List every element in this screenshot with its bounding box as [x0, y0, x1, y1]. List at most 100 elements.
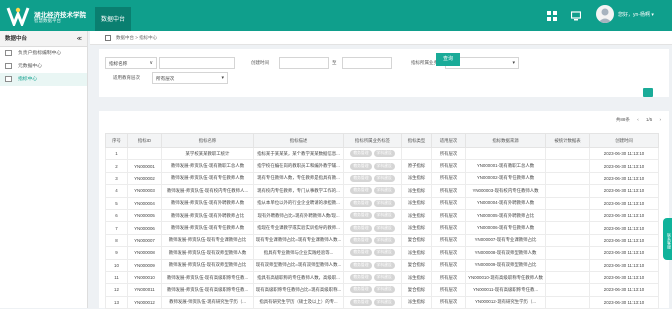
table-cell: 2023-06-30 11:13:10 [589, 246, 659, 260]
table-cell: 所有层次 [431, 171, 466, 186]
page-indicator: 1/5 [645, 117, 653, 122]
business-tag: 学科建设 [373, 261, 395, 269]
table-row[interactable]: 5 YN000004 教师发展-师资队伍-现有外聘教师人数 指从本单位以外的行业企业聘… [105, 196, 659, 210]
table-cell: YN000001 [127, 159, 162, 173]
table-cell: 教师发展-师资队伍-现有高级职称专任教... [161, 270, 254, 285]
column-settings-icon[interactable] [643, 88, 653, 97]
column-header[interactable]: 创建时间 [589, 133, 659, 148]
business-tag: 学科建设 [373, 298, 395, 306]
table-cell: 2023-06-30 11:13:10 [589, 146, 659, 161]
business-tag: 教务管理 [350, 162, 372, 170]
table-cell: YN000002-现有专任教师人数 [465, 171, 546, 186]
table-cell: 所有层次 [431, 184, 466, 198]
table-cell: 教务管理 学科建设 [343, 196, 402, 210]
contact-float-button[interactable]: 联系客服 [663, 218, 672, 260]
top-bar: 湖北经济技术学院 智慧数据平台 数据中台 您好，yn-杨啊 ▾ [0, 0, 672, 31]
table-cell: 6 [105, 208, 128, 223]
business-tag: 学科建设 [373, 174, 395, 182]
select-value: 指标名称 [109, 61, 128, 66]
table-row[interactable]: 3 YN000002 教师发展-师资队伍-现有专任教师人数 现有专任教师人数，专任教师… [105, 171, 659, 186]
table-cell: 所有层次 [431, 246, 466, 260]
user-greeting[interactable]: 您好，yn-杨啊 ▾ [618, 11, 654, 18]
table-cell: 原子指标 [401, 159, 432, 173]
folder-icon [5, 63, 12, 69]
table-row[interactable]: 6 YN000005 教师发展-师资队伍-现有外聘教师占比 现有外聘教师占比=现有外聘… [105, 208, 659, 223]
table-cell: 2023-06-30 11:13:10 [589, 270, 659, 285]
indicator-name-input[interactable] [159, 57, 235, 69]
table-row[interactable]: 11 YN000010 教师发展-师资队伍-现有高级职称专任教... 指具有高级职称的… [105, 270, 659, 285]
table-row[interactable]: 4 YN000003 教师发展-师资队伍-现有校内专任教师人... 现有校内专任教师，… [105, 184, 659, 198]
create-time-label: 创建时间 [251, 60, 269, 65]
table-cell: 8 [105, 233, 128, 248]
collapse-icon[interactable]: ≪ [77, 31, 82, 47]
search-button[interactable]: 查询 [436, 53, 460, 66]
tab-data-center[interactable]: 数据中台 [95, 7, 131, 31]
table-cell [545, 171, 590, 186]
business-tag: 学科建设 [373, 224, 395, 232]
table-row[interactable]: 12 YN000011 教师发展-师资队伍-现有高级职称专任教... 现有高级职称专任… [105, 283, 659, 297]
business-tag: 学科建设 [373, 199, 395, 207]
table-cell: 7 [105, 221, 128, 235]
table-row[interactable]: 13 YN000012 教师发展-师资队伍-现有研究生学历（... 指具有研究生学历（… [105, 295, 659, 309]
column-header[interactable]: 指标描述 [253, 133, 344, 148]
column-header[interactable]: 指标所属业务标签 [343, 133, 402, 148]
table-cell: YN000010 [127, 270, 162, 285]
next-page-button[interactable]: › [660, 117, 662, 122]
table-cell: 教师发展-师资队伍-现有外聘教师占比 [161, 208, 254, 223]
table-cell: YN000006 [127, 221, 162, 235]
table-cell: 1 [105, 146, 128, 161]
prev-page-button[interactable]: ‹ [637, 117, 639, 122]
table-cell: 教务管理 学科建设 [343, 171, 402, 186]
table-cell [545, 233, 590, 248]
table-cell: 复合指标 [401, 258, 432, 272]
table-cell [545, 283, 590, 297]
column-header[interactable]: 适用层次 [431, 133, 466, 148]
column-header[interactable]: 指标ID [127, 133, 162, 148]
sidebar: 数据中台 ≪ 负责户指标编制中心 元数据中心 指标中心 [0, 31, 88, 308]
table-cell: 派生指标 [401, 295, 432, 309]
table-row[interactable]: 2 YN000001 教师发展-师资队伍-现有教职工总人数 指学校在编在岗的教职员工和… [105, 159, 659, 173]
business-tag: 学科建设 [373, 150, 395, 158]
home-icon[interactable] [105, 35, 111, 41]
business-tag: 学科建设 [373, 162, 395, 170]
table-cell: 所有层次 [431, 270, 466, 285]
sidebar-item-indicator-compile[interactable]: 负责户指标编制中心 [0, 47, 87, 60]
user-avatar[interactable] [596, 5, 614, 23]
table-cell: 派生指标 [401, 221, 432, 235]
indicator-name-select[interactable]: 指标名称 ∨ [105, 57, 157, 69]
table-cell: 2023-06-30 11:13:10 [589, 258, 659, 272]
edu-level-select[interactable]: 所有层次 ▾ [152, 72, 228, 84]
business-tag: 学科建设 [373, 212, 395, 220]
column-header[interactable]: 指标名称 [161, 133, 254, 148]
business-tag: 教务管理 [350, 298, 372, 306]
table-row[interactable]: 7 YN000006 教师发展-师资队伍-现有专任教师人数 指现在专业课教学或实验实训… [105, 221, 659, 235]
table-cell: YN000009-现有双师型教师占比 [465, 258, 546, 272]
table-cell: 教务管理 学科建设 [343, 258, 402, 272]
column-header[interactable]: 被统计数据表 [545, 133, 590, 148]
column-header[interactable]: 序号 [105, 133, 128, 148]
grid-icon[interactable] [547, 11, 557, 21]
table-cell [545, 221, 590, 235]
table-row[interactable]: 8 YN000007 教师发展-师资队伍-现有专业课教师占比 现有专业课教师占比=现有… [105, 233, 659, 248]
end-date-input[interactable] [342, 57, 392, 69]
table-cell: YN000007-现有专业课教师占比 [465, 233, 546, 248]
indicator-table-panel: 共88条 ‹ 1/5 › 序号 指标ID 指标名称 指标描述 指标所属业务标签 指标类型适… [99, 111, 669, 309]
table-cell: 2023-06-30 11:13:10 [589, 171, 659, 186]
table-cell: 派生指标 [401, 171, 432, 186]
column-header[interactable]: 指标数据来源 [465, 133, 546, 148]
table-row[interactable]: 10 YN000009 教师发展-师资队伍-现有双师型教师占比 现有双师型教师占比=现… [105, 258, 659, 272]
table-row[interactable]: 9 YN000008 教师发展-师资队伍-现有双师型教师人数 指具有专业教师与企业实践… [105, 246, 659, 260]
sidebar-item-indicator-center[interactable]: 指标中心 [0, 73, 87, 86]
business-tag: 学科建设 [373, 249, 395, 257]
column-header[interactable]: 指标类型 [401, 133, 432, 148]
table-cell [545, 159, 590, 173]
table-row[interactable]: 1 某学校某某教职工统计 指标某于某某某，某个教学某某数据信息... 教务管理 学科建设… [105, 146, 659, 161]
table-cell: 所有层次 [431, 295, 466, 309]
table-cell: 2023-06-30 11:13:10 [589, 184, 659, 198]
school-logo [6, 7, 30, 26]
business-tag: 教务管理 [350, 236, 372, 244]
sidebar-item-label: 负责户指标编制中心 [18, 51, 62, 56]
screen-icon[interactable] [571, 11, 581, 21]
sidebar-item-metadata[interactable]: 元数据中心 [0, 60, 87, 73]
start-date-input[interactable] [279, 57, 329, 69]
